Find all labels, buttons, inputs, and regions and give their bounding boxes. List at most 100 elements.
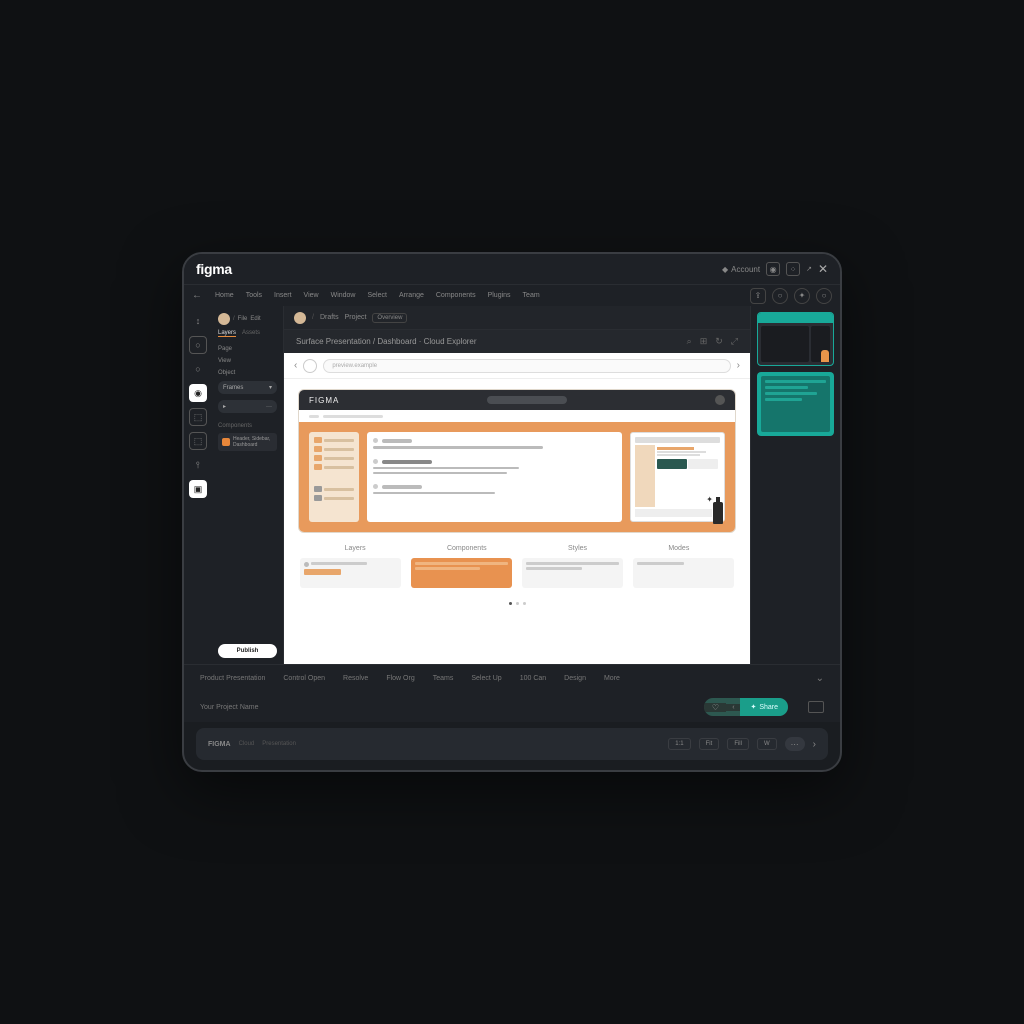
chevron-left-icon[interactable]: ‹ <box>726 704 740 711</box>
dot-3[interactable] <box>523 602 526 605</box>
nav-back-icon[interactable]: ‹ <box>294 360 297 371</box>
tab-layers[interactable]: Layers <box>218 330 236 337</box>
chevron-down-icon[interactable]: ⌄ <box>816 673 824 684</box>
expand-icon[interactable]: ⤢ <box>731 336 738 347</box>
panel-selector[interactable]: Frames ▾ <box>218 381 277 394</box>
sparkle-icon: ✦ <box>706 495 713 504</box>
settings-icon[interactable]: ⁘ <box>786 262 800 276</box>
titlebar-right: ◆ Account ◉ ⁘ ↗ ✕ <box>722 262 828 276</box>
card-1 <box>300 558 401 588</box>
menu-plugins[interactable]: Plugins <box>483 290 516 301</box>
back-icon[interactable]: ← <box>192 290 208 301</box>
canvas[interactable]: ‹ preview.example › FIGMA <box>284 353 750 664</box>
pen-tool-icon[interactable]: ◉ <box>189 384 207 402</box>
close-icon[interactable]: ✕ <box>818 262 828 276</box>
next-icon[interactable]: › <box>813 739 816 750</box>
layers-panel: / File Edit Layers Assets Page View Obje… <box>212 306 284 664</box>
btab-0[interactable]: Product Presentation <box>200 675 265 682</box>
mockup-preview <box>630 432 725 522</box>
frame-tool-icon[interactable]: ○ <box>189 336 207 354</box>
publish-button[interactable]: Publish <box>218 644 277 658</box>
right-panel <box>750 306 840 664</box>
titlebar: figma ◆ Account ◉ ⁘ ↗ ✕ <box>184 254 840 284</box>
menu-home[interactable]: Home <box>210 290 239 301</box>
comment-tool-icon[interactable]: ⫯ <box>189 456 207 474</box>
heart-icon[interactable]: ♡ <box>704 703 726 712</box>
account-label: Account <box>731 265 760 274</box>
panel-row-view[interactable]: View <box>218 357 277 365</box>
panel-crumb-2[interactable]: Edit <box>250 316 260 322</box>
move-tool-icon[interactable]: ↕ <box>189 312 207 330</box>
card-2 <box>411 558 512 588</box>
btab-3[interactable]: Flow Org <box>386 675 414 682</box>
footer-bar: FIGMA Cloud Presentation 1:1 Fit Fill W … <box>196 728 828 760</box>
panel-section-label: Components <box>218 423 277 429</box>
zoom-chip-4[interactable]: W <box>757 738 777 750</box>
card-4 <box>633 558 734 588</box>
share-button[interactable]: ✦ Share <box>740 698 788 716</box>
grid-icon[interactable]: ⊞ <box>700 336 708 347</box>
menu-arrange[interactable]: Arrange <box>394 290 429 301</box>
btab-2[interactable]: Resolve <box>343 675 368 682</box>
more-icon[interactable]: ○ <box>816 288 832 304</box>
more-button[interactable]: ⋯ <box>785 737 805 751</box>
btab-7[interactable]: Design <box>564 675 586 682</box>
app-logo: figma <box>196 261 232 277</box>
reload-icon[interactable] <box>303 359 317 373</box>
crumb-2[interactable]: Project <box>345 314 367 321</box>
zoom-chip-1[interactable]: 1:1 <box>668 738 690 750</box>
panel-row-page[interactable]: Page <box>218 345 277 353</box>
canvas-title-row: Surface Presentation / Dashboard · Cloud… <box>284 330 750 353</box>
panel-item-1[interactable]: Header, Sidebar, Dashboard <box>218 433 277 451</box>
crumb-badge[interactable]: Overview <box>372 313 407 323</box>
menu-insert[interactable]: Insert <box>269 290 297 301</box>
account-badge[interactable]: ◆ Account <box>722 265 760 274</box>
search-icon[interactable]: ⌕ <box>687 336 692 347</box>
dot-2[interactable] <box>516 602 519 605</box>
menu-view[interactable]: View <box>299 290 324 301</box>
btab-8[interactable]: More <box>604 675 620 682</box>
zoom-chip-2[interactable]: Fit <box>699 738 720 750</box>
text-tool-icon[interactable]: ⬚ <box>189 408 207 426</box>
user-icon[interactable]: ◉ <box>766 262 780 276</box>
left-toolbar: ↕ ○ ○ ◉ ⬚ ⬚ ⫯ ▣ <box>184 306 212 664</box>
panel-breadcrumb: / File Edit <box>218 312 277 326</box>
thumbnail-2[interactable] <box>757 372 834 436</box>
hand-tool-icon[interactable]: ⬚ <box>189 432 207 450</box>
panel-crumb-1[interactable]: File <box>238 316 248 322</box>
mockup-search <box>487 396 567 404</box>
dot-1[interactable] <box>509 602 512 605</box>
diamond-icon: ◆ <box>722 265 728 274</box>
zoom-chip-3[interactable]: Fill <box>727 738 749 750</box>
person-icon <box>821 350 829 362</box>
btab-5[interactable]: Select Up <box>471 675 501 682</box>
plugin-icon[interactable]: ✦ <box>794 288 810 304</box>
panel-selector-2[interactable]: ▸··· <box>218 400 277 413</box>
nav-menu-icon[interactable]: › <box>737 360 740 371</box>
url-input[interactable]: preview.example <box>323 359 730 373</box>
shape-tool-icon[interactable]: ○ <box>189 360 207 378</box>
panel-row-object[interactable]: Object <box>218 369 277 377</box>
share-icon[interactable]: ⇪ <box>750 288 766 304</box>
btab-1[interactable]: Control Open <box>283 675 325 682</box>
feat-2: Components <box>447 545 487 552</box>
canvas-area: / Drafts Project Overview Surface Presen… <box>284 306 750 664</box>
comment-icon[interactable]: ○ <box>772 288 788 304</box>
refresh-icon[interactable]: ↻ <box>715 336 723 347</box>
footer-sub-1: Cloud <box>239 741 255 747</box>
component-tool-icon[interactable]: ▣ <box>189 480 207 498</box>
btab-6[interactable]: 100 Can <box>520 675 546 682</box>
user-avatar-icon[interactable] <box>294 312 306 324</box>
menu-select[interactable]: Select <box>363 290 392 301</box>
menu-components[interactable]: Components <box>431 290 481 301</box>
crumb-1[interactable]: Drafts <box>320 314 339 321</box>
thumbnail-1[interactable] <box>757 312 834 366</box>
btab-4[interactable]: Teams <box>433 675 454 682</box>
menu-team[interactable]: Team <box>518 290 545 301</box>
menu-window[interactable]: Window <box>326 290 361 301</box>
menubar: ← Home Tools Insert View Window Select A… <box>184 284 840 306</box>
panel-tabs: Layers Assets <box>218 330 277 337</box>
menu-tools[interactable]: Tools <box>241 290 267 301</box>
tab-assets[interactable]: Assets <box>242 330 260 337</box>
layout-icon[interactable] <box>808 701 824 713</box>
